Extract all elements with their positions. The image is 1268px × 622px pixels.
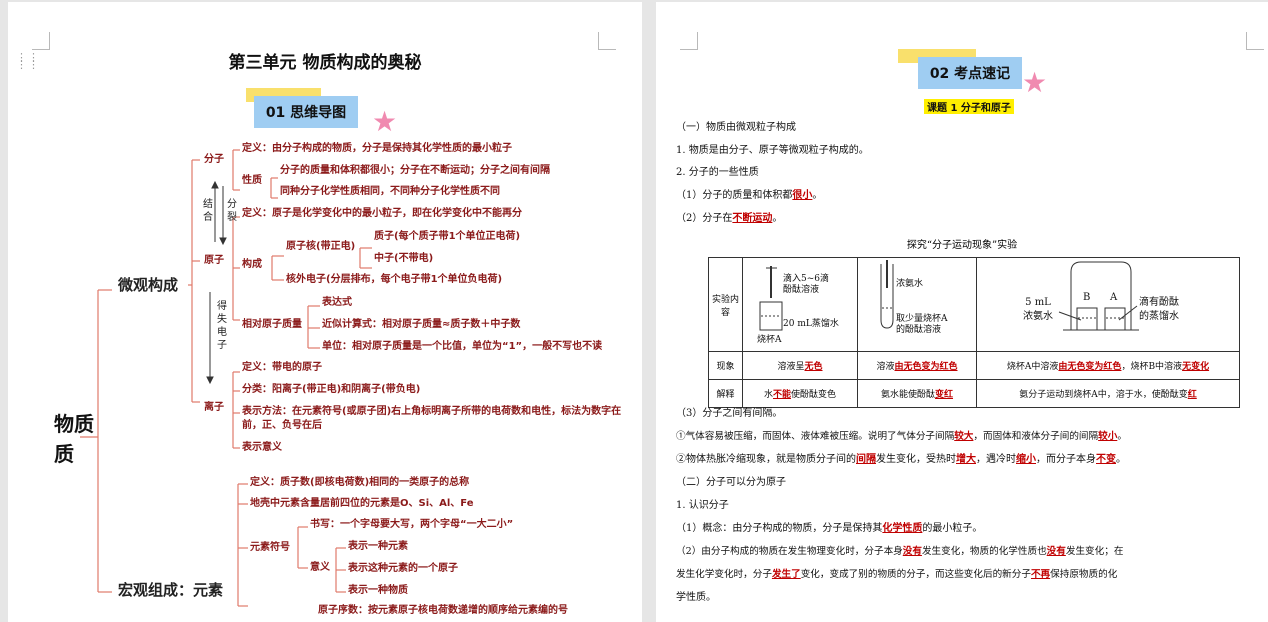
para-2: 2. 分子的一些性质 xyxy=(676,167,759,178)
para-4: （2）分子在不断运动。 xyxy=(676,213,783,224)
bell-jar-illustration xyxy=(1058,261,1139,331)
molecule-property-label: 性质 xyxy=(242,175,262,186)
element-order: 原子序数：按元素原子核电荷数递增的顺序给元素编的号 xyxy=(318,605,568,616)
right-page: 02 考点速记 ★ 课题 1 分子和原子 （一）物质由微观粒子构成 1. 物质是… xyxy=(656,2,1268,622)
mindmap-root: 物质 xyxy=(54,412,94,436)
atom-proton: 质子(每个质子带1个单位正电荷) xyxy=(374,231,521,242)
atom-mass-label: 相对原子质量 xyxy=(242,319,302,330)
para-7: ②物体热胀冷缩现象，就是物质分子间的间隔发生变化，受热时增大，遇冷时缩小，而分子… xyxy=(676,454,1126,465)
element-crust: 地壳中元素含量居前四位的元素是O、Si、Al、Fe xyxy=(250,498,474,509)
label-split: 分裂 xyxy=(227,199,237,223)
img-cell-1: 滴入5~6滴 酚酞溶液 20 mL蒸馏水 烧杯A xyxy=(742,257,858,352)
molecule-property-1: 分子的质量和体积都很小；分子在不断运动；分子之间有间隔 xyxy=(280,165,550,176)
left-page: ⋮⋮ ⋮⋮ 第三单元 物质构成的奥秘 01 思维导图 ★ 物质 质 微观构成 宏… xyxy=(8,2,642,622)
element-symbol-label: 元素符号 xyxy=(250,542,290,553)
para-8: 1. 认识分子 xyxy=(676,500,729,511)
ion-notation: 表示方法：在元素符号(或原子团)右上角标明离子所带的电荷数和电性，标法为数字在前… xyxy=(242,406,622,431)
phenomenon-2: 溶液由无色变为红色 xyxy=(857,351,977,380)
img-cell-3: 5 mL 浓氨水 B A 滴有酚酞 的蒸馏水 xyxy=(976,257,1240,352)
label-gain-lose: 得失电子 xyxy=(217,301,227,351)
para-10: （2）由分子构成的物质在发生物理变化时，分子本身没有发生变化，物质的化学性质也没… xyxy=(676,546,1124,557)
phenomenon-3: 烧杯A中溶液由无色变为红色，烧杯B中溶液无变化 xyxy=(976,351,1240,380)
branch-micro: 微观构成 xyxy=(118,276,179,294)
para-5: （3）分子之间有间隔。 xyxy=(676,408,783,419)
phenomenon-1: 溶液呈无色 xyxy=(742,351,858,380)
element-writing: 一个字母要大写，两个字母“一大二小” xyxy=(340,519,514,530)
node-ion: 离子 xyxy=(204,402,224,413)
para-12: 学性质。 xyxy=(676,592,716,603)
heading-1: （一）物质由微观粒子构成 xyxy=(676,122,796,133)
table-caption: 探究“分子运动现象”实验 xyxy=(906,240,1018,251)
explanation-3: 氨分子运动到烧杯A中，溶于水，使酚酞变红 xyxy=(976,379,1240,408)
atom-neutron: 中子(不带电) xyxy=(374,253,434,264)
crop-mark xyxy=(1246,32,1264,50)
row-head-phenomenon: 现象 xyxy=(708,351,743,380)
label-combine: 结合 xyxy=(203,199,213,223)
atom-electron: 核外电子(分层排布，每个电子带1个单位负电荷) xyxy=(286,274,503,285)
row-head-content: 实验内容 xyxy=(708,257,743,352)
star-icon: ★ xyxy=(1022,66,1048,99)
element-meaning-3: 表示一种物质 xyxy=(348,585,408,596)
atom-mass-expr: 表达式 xyxy=(322,297,352,308)
atom-mass-unit: 单位：相对原子质量是一个比值，单位为“1”，一般不写也不读 xyxy=(322,341,603,352)
ion-classes: 分类：阳离子(带正电)和阴离子(带负电) xyxy=(242,384,421,395)
experiment-table: 实验内容 滴入5~6滴 酚酞溶液 20 mL蒸馏水 烧杯A 浓氨水 取少量烧杯A… xyxy=(708,257,1240,408)
mindmap-root-2: 质 xyxy=(54,442,74,466)
element-meaning-2: 表示这种元素的一个原子 xyxy=(348,563,458,574)
atom-mass-approx: 近似计算式：相对原子质量≈质子数＋中子数 xyxy=(322,319,521,330)
img-cell-2: 浓氨水 取少量烧杯A 的酚酞溶液 xyxy=(857,257,977,352)
para-3: （1）分子的质量和体积都很小。 xyxy=(676,190,823,201)
para-6: ①气体容易被压缩，而固体、液体难被压缩。说明了气体分子间隔较大，而固体和液体分子… xyxy=(676,431,1127,442)
node-molecule: 分子 xyxy=(204,154,224,165)
molecule-definition: 定义：由分子构成的物质，分子是保持其化学性质的最小粒子 xyxy=(242,143,512,154)
node-atom: 原子 xyxy=(204,255,224,266)
atom-nucleus: 原子核(带正电) xyxy=(286,241,356,252)
atom-structure-label: 构成 xyxy=(242,259,262,270)
para-9: （1）概念：由分子构成的物质，分子是保持其化学性质的最小粒子。 xyxy=(676,523,983,534)
element-writing-label: 书写： xyxy=(310,519,340,530)
element-meaning-label: 意义 xyxy=(310,562,330,573)
explanation-2: 氨水能使酚酞变红 xyxy=(857,379,977,408)
atom-definition: 定义：原子是化学变化中的最小粒子，即在化学变化中不能再分 xyxy=(242,208,522,219)
ion-meaning: 表示意义 xyxy=(242,442,282,453)
element-meaning-1: 表示一种元素 xyxy=(348,541,408,552)
row-head-explanation: 解释 xyxy=(708,379,743,408)
para-1: 1. 物质是由分子、原子等微观粒子构成的。 xyxy=(676,145,869,156)
molecule-property-2: 同种分子化学性质相同，不同种分子化学性质不同 xyxy=(280,186,500,197)
lesson-tag: 课题 1 分子和原子 xyxy=(924,99,1014,114)
branch-macro: 宏观组成：元素 xyxy=(118,581,224,599)
para-11: 发生化学变化时，分子发生了变化，变成了别的物质的分子，而这些变化后的新分子不再保… xyxy=(676,569,1118,580)
heading-2: （二）分子可以分为原子 xyxy=(676,477,786,488)
ion-definition: 定义：带电的原子 xyxy=(242,362,322,373)
element-definition: 定义：质子数(即核电荷数)相同的一类原子的总称 xyxy=(250,477,470,488)
explanation-1: 水不能使酚酞变色 xyxy=(742,379,858,408)
crop-mark xyxy=(680,32,698,50)
